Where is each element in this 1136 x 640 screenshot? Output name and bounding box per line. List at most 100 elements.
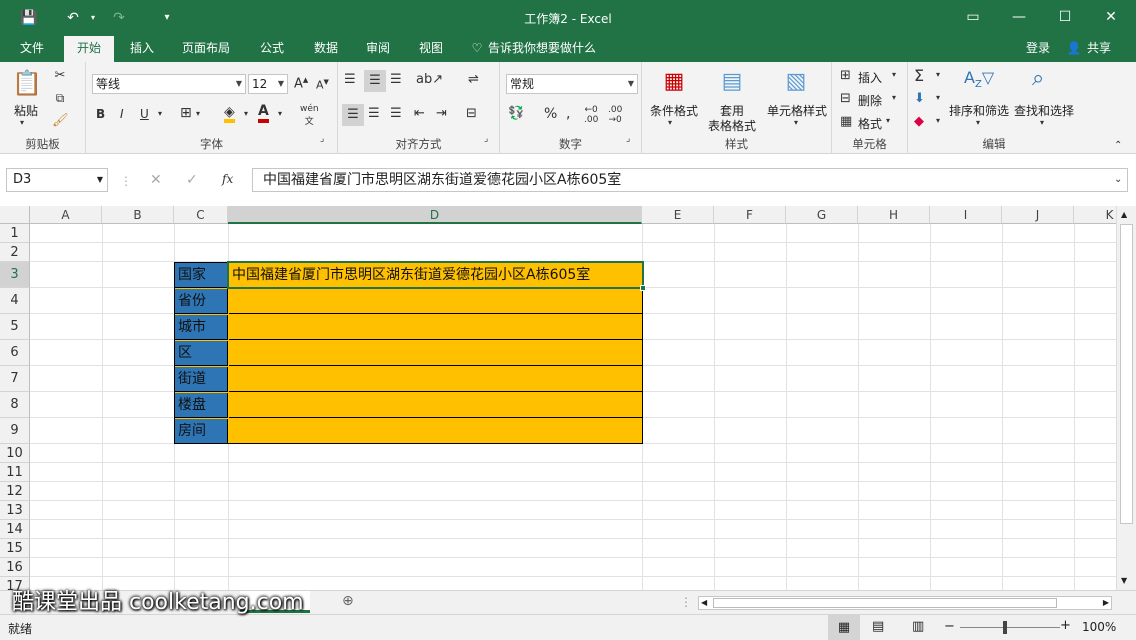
cell-d7[interactable] xyxy=(229,367,642,392)
increase-font-icon[interactable]: A▲ xyxy=(294,76,308,91)
normal-view-icon[interactable]: ▦ xyxy=(828,615,860,640)
delete-cells-button[interactable]: 删除 xyxy=(858,92,882,109)
cell-c8[interactable]: 楼盘 xyxy=(175,393,228,418)
login-link[interactable]: 登录 xyxy=(1020,36,1056,62)
font-color-dropdown-icon[interactable]: ▾ xyxy=(278,109,282,118)
tab-page-layout[interactable]: 页面布局 xyxy=(170,36,242,62)
row-header-9[interactable]: 9 xyxy=(0,418,30,444)
underline-icon[interactable]: U xyxy=(140,107,149,121)
delete-cells-icon[interactable]: ⊟ xyxy=(840,91,851,106)
comma-style-icon[interactable]: , xyxy=(566,106,570,122)
insert-dropdown-icon[interactable]: ▾ xyxy=(892,70,896,79)
col-header-b[interactable]: B xyxy=(102,206,174,224)
conditional-format-dropdown-icon[interactable]: ▾ xyxy=(668,118,672,127)
col-header-k[interactable]: K xyxy=(1074,206,1116,224)
phonetic-icon[interactable]: wén 文 xyxy=(300,104,319,127)
vertical-scrollbar[interactable]: ▲ ▼ xyxy=(1116,206,1136,590)
tab-file[interactable]: 文件 xyxy=(8,36,56,62)
tab-data[interactable]: 数据 xyxy=(302,36,350,62)
clear-icon[interactable]: ◆ xyxy=(914,114,924,129)
align-top-icon[interactable]: ☰ xyxy=(344,72,356,87)
row-header-13[interactable]: 13 xyxy=(0,501,30,520)
increase-indent-icon[interactable]: ⇥ xyxy=(436,106,447,121)
insert-cells-icon[interactable]: ⊞ xyxy=(840,68,851,83)
fill-handle[interactable] xyxy=(640,285,646,291)
align-right-icon[interactable]: ☰ xyxy=(390,106,402,121)
row-header-8[interactable]: 8 xyxy=(0,392,30,418)
cancel-icon[interactable]: ✕ xyxy=(150,172,162,188)
format-as-table-icon[interactable]: ▤ xyxy=(718,68,746,96)
row-header-5[interactable]: 5 xyxy=(0,314,30,340)
tab-home[interactable]: 开始 xyxy=(64,36,114,62)
row-header-10[interactable]: 10 xyxy=(0,444,30,463)
row-header-14[interactable]: 14 xyxy=(0,520,30,539)
col-header-i[interactable]: I xyxy=(930,206,1002,224)
scroll-up-icon[interactable]: ▲ xyxy=(1121,210,1127,219)
col-header-f[interactable]: F xyxy=(714,206,786,224)
row-header-12[interactable]: 12 xyxy=(0,482,30,501)
zoom-out-icon[interactable]: − xyxy=(944,619,955,634)
decrease-font-icon[interactable]: A▼ xyxy=(316,78,329,92)
zoom-level[interactable]: 100% xyxy=(1082,620,1116,634)
cell-styles-button[interactable]: 单元格样式 xyxy=(764,102,830,119)
row-header-6[interactable]: 6 xyxy=(0,340,30,366)
minimize-icon[interactable]: — xyxy=(996,0,1042,36)
cell-d4[interactable] xyxy=(229,289,642,314)
decrease-indent-icon[interactable]: ⇤ xyxy=(414,106,425,121)
worksheet-grid[interactable]: A B C D E F G H I J K 1 2 3 4 5 6 7 8 9 … xyxy=(0,206,1116,590)
zoom-in-icon[interactable]: + xyxy=(1060,618,1071,633)
wrap-text-icon[interactable]: ⇌ xyxy=(468,72,479,87)
merge-center-icon[interactable]: ⊟ xyxy=(466,106,477,121)
zoom-slider-thumb[interactable] xyxy=(1003,621,1007,634)
font-size-select[interactable]: 12 ▼ xyxy=(248,74,288,94)
cell-d5[interactable] xyxy=(229,315,642,340)
fill-icon[interactable]: ⬇ xyxy=(914,91,925,106)
page-break-view-icon[interactable]: ▥ xyxy=(912,619,924,634)
row-header-3[interactable]: 3 xyxy=(0,262,30,288)
page-layout-view-icon[interactable]: ▤ xyxy=(872,619,884,634)
tab-view[interactable]: 视图 xyxy=(408,36,454,62)
chevron-down-icon[interactable]: ▼ xyxy=(97,169,103,191)
cell-c6[interactable]: 区 xyxy=(175,341,228,366)
conditional-format-button[interactable]: 条件格式 xyxy=(646,102,702,119)
col-header-e[interactable]: E xyxy=(642,206,714,224)
align-middle-icon[interactable]: ☰ xyxy=(364,70,386,92)
align-bottom-icon[interactable]: ☰ xyxy=(390,72,402,87)
close-icon[interactable]: ✕ xyxy=(1088,0,1134,36)
percent-icon[interactable]: % xyxy=(544,106,557,122)
row-header-2[interactable]: 2 xyxy=(0,243,30,262)
autosum-dropdown-icon[interactable]: ▾ xyxy=(936,70,940,79)
format-cells-icon[interactable]: ▦ xyxy=(840,114,852,129)
cell-c4[interactable]: 省份 xyxy=(175,289,228,314)
align-center-icon[interactable]: ☰ xyxy=(368,106,380,121)
row-header-7[interactable]: 7 xyxy=(0,366,30,392)
cell-styles-icon[interactable]: ▧ xyxy=(782,68,810,96)
format-as-table-button[interactable]: 表格格式 xyxy=(700,117,764,134)
fill-dropdown-icon[interactable]: ▾ xyxy=(936,93,940,102)
autosum-icon[interactable]: Σ xyxy=(914,66,924,85)
find-select-icon[interactable]: ⌕ xyxy=(1032,66,1044,91)
scroll-left-icon[interactable]: ◀ xyxy=(701,597,707,609)
scroll-down-icon[interactable]: ▼ xyxy=(1121,576,1127,585)
tab-formulas[interactable]: 公式 xyxy=(248,36,296,62)
copy-icon[interactable]: ⧉ xyxy=(52,91,68,106)
ribbon-display-options-icon[interactable]: ▭ xyxy=(950,0,996,36)
cell-d6[interactable] xyxy=(229,341,642,366)
sort-filter-button[interactable]: 排序和筛选 xyxy=(948,102,1010,119)
clear-dropdown-icon[interactable]: ▾ xyxy=(936,116,940,125)
row-header-4[interactable]: 4 xyxy=(0,288,30,314)
fill-color-dropdown-icon[interactable]: ▾ xyxy=(244,109,248,118)
cell-c3[interactable]: 国家 xyxy=(175,263,228,288)
sort-dropdown-icon[interactable]: ▾ xyxy=(976,118,980,127)
fill-color-icon[interactable]: ◈ xyxy=(224,105,235,123)
collapse-ribbon-icon[interactable]: ⌃ xyxy=(1114,140,1122,151)
insert-cells-button[interactable]: 插入 xyxy=(858,69,882,86)
row-header-15[interactable]: 15 xyxy=(0,539,30,558)
sort-filter-icon[interactable]: AZ▽ xyxy=(964,68,994,90)
font-name-select[interactable]: 等线 ▼ xyxy=(92,74,246,94)
align-left-icon[interactable]: ☰ xyxy=(342,104,364,126)
expand-formula-bar-icon[interactable]: ⌄ xyxy=(1114,174,1122,185)
sheet-split-grip-icon[interactable]: ⋮ xyxy=(680,595,692,609)
col-header-g[interactable]: G xyxy=(786,206,858,224)
tab-insert[interactable]: 插入 xyxy=(118,36,166,62)
